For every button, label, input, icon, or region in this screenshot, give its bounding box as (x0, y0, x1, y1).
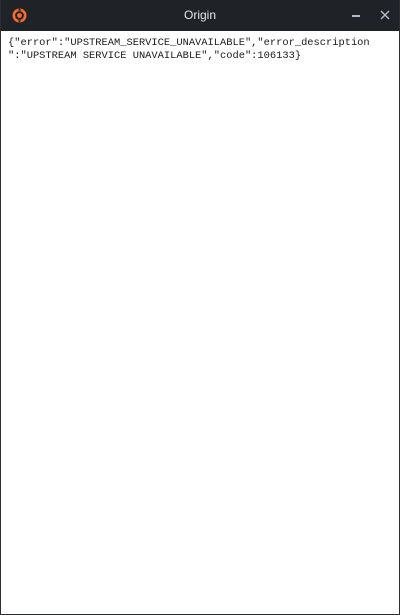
origin-window: Origin {"error":"UPSTREAM_SERVICE_UNAVAI… (0, 0, 400, 615)
close-button[interactable] (372, 0, 398, 31)
response-line-2: ":"UPSTREAM SERVICE UNAVAILABLE","code":… (8, 50, 302, 62)
window-title: Origin (183, 8, 216, 22)
title-bar[interactable]: Origin (1, 0, 399, 31)
close-icon (380, 7, 390, 25)
error-response-text: {"error":"UPSTREAM_SERVICE_UNAVAILABLE",… (8, 37, 398, 63)
origin-logo-icon (12, 8, 27, 23)
minimize-icon (352, 14, 360, 17)
minimize-button[interactable] (343, 0, 369, 31)
web-content-area: {"error":"UPSTREAM_SERVICE_UNAVAILABLE",… (1, 31, 399, 614)
response-line-1: {"error":"UPSTREAM_SERVICE_UNAVAILABLE",… (8, 37, 370, 49)
